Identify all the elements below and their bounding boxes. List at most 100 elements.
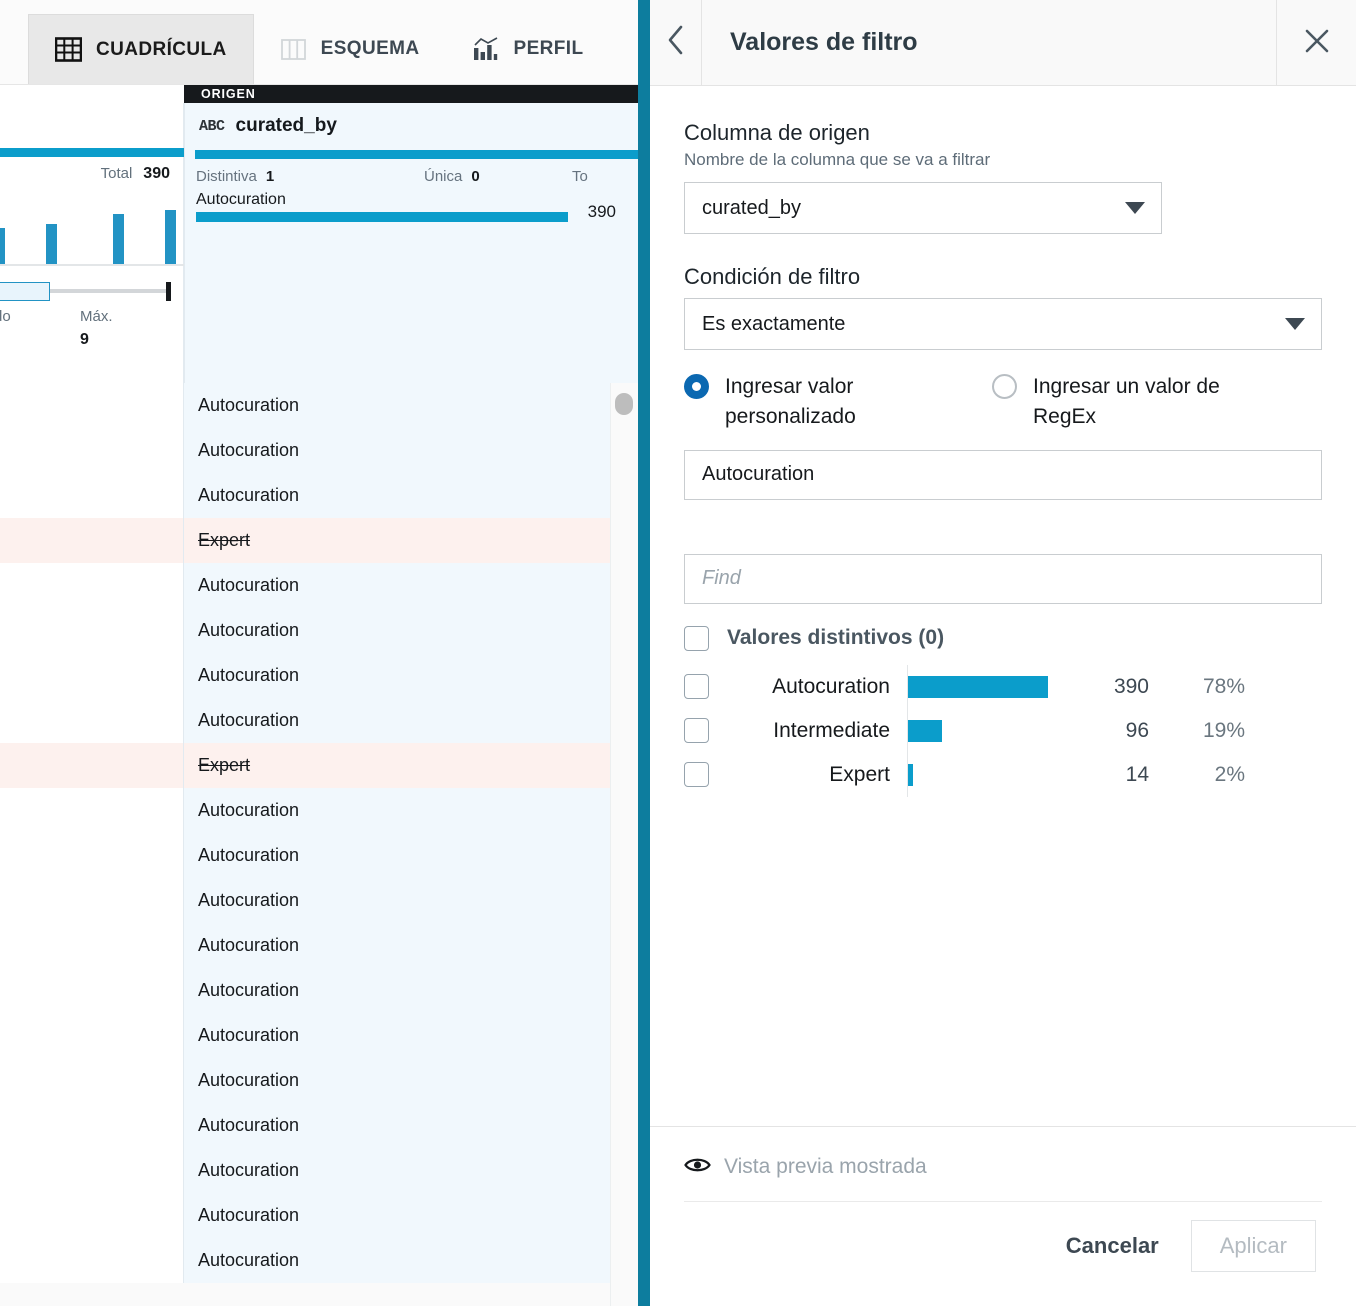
table-cell-left[interactable]: [0, 698, 184, 743]
table-cell-left[interactable]: [0, 653, 184, 698]
table-cell-left[interactable]: [0, 878, 184, 923]
table-row[interactable]: Autocuration: [0, 698, 638, 743]
table-cell-left[interactable]: [0, 1193, 184, 1238]
source-column-label: Columna de origen: [684, 120, 870, 145]
numeric-profile-card: Total 390 do Máx. 9: [0, 103, 184, 383]
table-cell-left[interactable]: [0, 473, 184, 518]
table-cell-value: Autocuration: [198, 710, 300, 730]
histogram-bar: [0, 228, 5, 264]
find-input-placeholder: Find: [702, 567, 741, 590]
data-grid[interactable]: Autocuration Autocuration Autocuration Expe…: [0, 383, 638, 1306]
grid-scrollbar[interactable]: [610, 383, 638, 1306]
table-row[interactable]: Autocuration: [0, 608, 638, 653]
table-cell-curated-by[interactable]: Autocuration: [184, 1238, 610, 1283]
find-input[interactable]: Find: [684, 553, 1322, 604]
profile-stat-total-label: To: [572, 168, 588, 185]
distinct-values-header[interactable]: Valores distintivos (0): [684, 625, 1322, 651]
table-row[interactable]: Expert: [0, 743, 638, 788]
distinct-value-row[interactable]: Autocuration 390 78%: [684, 664, 1322, 709]
table-row[interactable]: Autocuration: [0, 1058, 638, 1103]
table-cell-left[interactable]: [0, 1058, 184, 1103]
tab-perfil[interactable]: PERFIL: [446, 14, 610, 84]
table-row[interactable]: Autocuration: [0, 1013, 638, 1058]
preview-status: Vista previa mostrada: [650, 1127, 1356, 1179]
table-cell-left[interactable]: [0, 428, 184, 473]
table-row[interactable]: Autocuration: [0, 473, 638, 518]
tab-esquema[interactable]: ESQUEMA: [254, 14, 446, 84]
table-cell-left[interactable]: [0, 743, 184, 788]
table-row[interactable]: Autocuration: [0, 1193, 638, 1238]
table-cell-left[interactable]: [0, 833, 184, 878]
table-cell-curated-by[interactable]: Autocuration: [184, 428, 610, 473]
close-icon: [1304, 28, 1330, 59]
table-row[interactable]: Autocuration: [0, 923, 638, 968]
distinct-value-checkbox[interactable]: [684, 762, 709, 788]
table-cell-curated-by[interactable]: Autocuration: [184, 698, 610, 743]
table-row[interactable]: Autocuration: [0, 968, 638, 1013]
table-cell-left[interactable]: [0, 1238, 184, 1283]
table-cell-curated-by[interactable]: Autocuration: [184, 608, 610, 653]
radio-regex-value-control[interactable]: [992, 374, 1017, 399]
table-cell-curated-by[interactable]: Autocuration: [184, 923, 610, 968]
table-row[interactable]: Autocuration: [0, 1238, 638, 1283]
table-cell-curated-by[interactable]: Autocuration: [184, 473, 610, 518]
table-cell-left[interactable]: [0, 1148, 184, 1193]
table-cell-curated-by[interactable]: Autocuration: [184, 1103, 610, 1148]
close-button[interactable]: [1276, 0, 1356, 86]
table-cell-left[interactable]: [0, 923, 184, 968]
table-cell-curated-by[interactable]: Autocuration: [184, 653, 610, 698]
table-cell-left[interactable]: [0, 788, 184, 833]
range-slider-handle[interactable]: [166, 282, 171, 301]
table-cell-curated-by[interactable]: Autocuration: [184, 383, 610, 428]
radio-custom-value-control[interactable]: [684, 374, 709, 399]
source-column-select[interactable]: curated_by: [684, 182, 1162, 234]
distinct-value-checkbox[interactable]: [684, 718, 709, 744]
table-row[interactable]: Autocuration: [0, 563, 638, 608]
table-cell-curated-by[interactable]: Autocuration: [184, 1193, 610, 1238]
table-row[interactable]: Autocuration: [0, 788, 638, 833]
table-row[interactable]: Autocuration: [0, 1148, 638, 1193]
table-row[interactable]: Autocuration: [0, 1103, 638, 1148]
table-cell-curated-by[interactable]: Autocuration: [184, 563, 610, 608]
radio-custom-value-label: Ingresar valor personalizado: [725, 375, 856, 428]
range-slider-selection[interactable]: [0, 282, 50, 301]
table-cell-left[interactable]: [0, 608, 184, 653]
eye-icon: [684, 1156, 711, 1179]
table-cell-curated-by[interactable]: Expert: [184, 518, 610, 563]
table-cell-left[interactable]: [0, 968, 184, 1013]
table-cell-left[interactable]: [0, 518, 184, 563]
cancel-button[interactable]: Cancelar: [1056, 1221, 1169, 1271]
tab-cuadricula[interactable]: CUADRÍCULA: [28, 14, 254, 84]
table-cell-left[interactable]: [0, 563, 184, 608]
table-row[interactable]: Autocuration: [0, 653, 638, 698]
select-all-checkbox[interactable]: [684, 625, 709, 651]
table-row[interactable]: Autocuration: [0, 428, 638, 473]
radio-custom-value[interactable]: Ingresar valor personalizado: [684, 372, 984, 432]
table-cell-curated-by[interactable]: Autocuration: [184, 1013, 610, 1058]
table-row[interactable]: Expert: [0, 518, 638, 563]
table-cell-left[interactable]: [0, 1103, 184, 1148]
table-cell-left[interactable]: [0, 1013, 184, 1058]
table-cell-curated-by[interactable]: Autocuration: [184, 1148, 610, 1193]
distinct-value-row[interactable]: Intermediate 96 19%: [684, 708, 1322, 753]
radio-regex-value[interactable]: Ingresar un valor de RegEx: [992, 372, 1292, 432]
table-cell-left[interactable]: [0, 383, 184, 428]
table-row[interactable]: Autocuration: [0, 878, 638, 923]
table-cell-curated-by[interactable]: Autocuration: [184, 788, 610, 833]
table-cell-curated-by[interactable]: Autocuration: [184, 878, 610, 923]
table-cell-curated-by[interactable]: Autocuration: [184, 1058, 610, 1103]
preview-status-text: Vista previa mostrada: [724, 1155, 927, 1178]
table-row[interactable]: Autocuration: [0, 833, 638, 878]
table-cell-curated-by[interactable]: Autocuration: [184, 833, 610, 878]
table-row[interactable]: Autocuration: [0, 383, 638, 428]
condition-select[interactable]: Es exactamente: [684, 298, 1322, 350]
range-slider[interactable]: [0, 281, 184, 303]
grid-icon: [55, 36, 82, 63]
back-button[interactable]: [650, 0, 702, 86]
distinct-value-row[interactable]: Expert 14 2%: [684, 752, 1322, 797]
table-cell-curated-by[interactable]: Expert: [184, 743, 610, 788]
filter-value-input[interactable]: Autocuration: [684, 449, 1322, 500]
distinct-value-checkbox[interactable]: [684, 674, 709, 700]
table-cell-curated-by[interactable]: Autocuration: [184, 968, 610, 1013]
grid-scrollbar-thumb[interactable]: [615, 393, 633, 415]
